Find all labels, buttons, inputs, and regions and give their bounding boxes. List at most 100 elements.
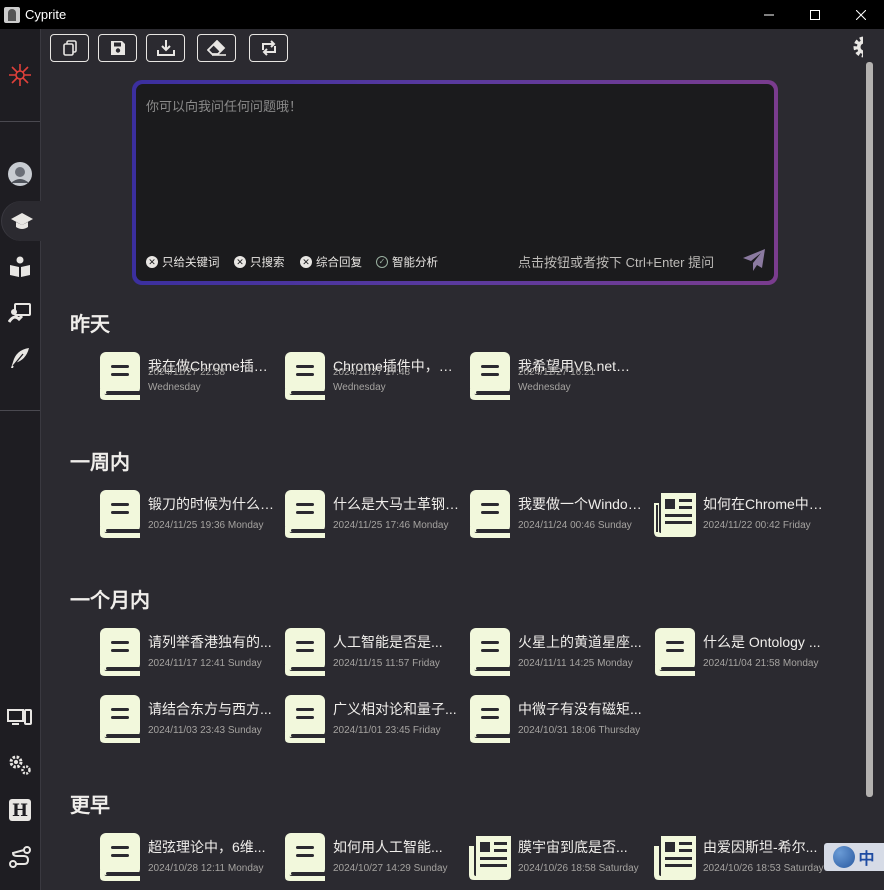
refresh-button[interactable] — [249, 34, 288, 62]
history-card[interactable]: 火星上的黄道星座... 2024/11/11 14:25 Monday — [468, 627, 648, 681]
history-card[interactable]: 人工智能是否是... 2024/11/15 11:57 Friday — [283, 627, 463, 681]
svg-text:H: H — [12, 801, 28, 821]
history-card[interactable]: 如何用人工智能... 2024/10/27 14:29 Sunday — [283, 832, 463, 886]
close-circle-icon: ✕ — [300, 256, 312, 268]
section-title: 一周内 — [70, 452, 130, 474]
history-card[interactable]: 如何在Chrome中实现... 2024/11/22 00:42 Friday — [653, 489, 833, 543]
card-weekday: Wednesday — [148, 382, 201, 393]
option-search-only[interactable]: ✕ 只搜索 — [234, 254, 285, 270]
minimize-icon — [764, 14, 774, 15]
book-icon — [100, 628, 140, 676]
option-label: 只给关键词 — [162, 257, 220, 269]
save-button[interactable] — [98, 34, 137, 62]
history-card[interactable]: 由爱因斯坦-希尔... 2024/10/26 18:53 Saturday — [653, 832, 833, 886]
card-title: 如何用人工智能... — [333, 839, 443, 855]
card-title: 广义相对论和量子... — [333, 701, 457, 717]
devices-icon — [7, 709, 32, 725]
option-combined-reply[interactable]: ✕ 综合回复 — [300, 254, 362, 270]
close-button[interactable] — [838, 0, 884, 29]
sidebar-item-devices[interactable] — [0, 698, 40, 738]
sidebar-item-presentation[interactable] — [0, 293, 40, 333]
close-icon — [856, 9, 866, 20]
history-list: 昨天 我在做Chrome插件，... 2024/11/27 22:58 Wedn… — [41, 300, 863, 890]
sidebar: H — [0, 29, 41, 890]
card-date: 2024/11/25 19:36 Monday — [148, 520, 264, 531]
history-card[interactable]: 什么是大马士革钢？... 2024/11/25 17:46 Monday — [283, 489, 463, 543]
eraser-button[interactable] — [197, 34, 236, 62]
submit-hint: 点击按钮或者按下 Ctrl+Enter 提问 — [518, 255, 715, 270]
section-title: 昨天 — [70, 314, 110, 336]
option-keywords-only[interactable]: ✕ 只给关键词 — [146, 254, 220, 270]
minimize-button[interactable] — [746, 0, 792, 29]
sidebar-item-hints[interactable]: H — [0, 790, 40, 830]
sidebar-divider — [0, 121, 40, 122]
card-date: 2024/11/15 11:57 Friday — [333, 658, 440, 669]
history-card[interactable]: 请列举香港独有的... 2024/11/17 12:41 Sunday — [98, 627, 278, 681]
card-date: 2024/11/11 14:25 Monday — [518, 658, 633, 669]
history-card[interactable]: 我要做一个Windows... 2024/11/24 00:46 Sunday — [468, 489, 648, 543]
history-card[interactable]: Chrome插件中，我... 2024/11/27 17:48 Wednesda… — [283, 351, 463, 405]
download-icon — [156, 40, 175, 56]
sidebar-item-flow[interactable] — [0, 837, 40, 877]
newspaper-icon — [469, 836, 511, 880]
section-title: 更早 — [70, 795, 110, 817]
card-title: 由爱因斯坦-希尔... — [703, 839, 818, 855]
history-card[interactable]: 我在做Chrome插件，... 2024/11/27 22:58 Wednesd… — [98, 351, 278, 405]
scrollbar-thumb[interactable] — [866, 62, 873, 797]
history-card[interactable]: 锻刀的时候为什么要... 2024/11/25 19:36 Monday — [98, 489, 278, 543]
scrollbar[interactable] — [863, 29, 884, 890]
copy-icon — [62, 40, 77, 56]
card-date: 2024/11/27 16:21 — [518, 367, 596, 378]
book-icon — [285, 490, 325, 538]
book-icon — [100, 695, 140, 743]
book-icon — [100, 490, 140, 538]
query-box: ✕ 只给关键词 ✕ 只搜索 ✕ 综合回复 ✓ 智能分析 点击按钮或者按下 Ctr… — [132, 80, 778, 285]
card-weekday: Wednesday — [333, 382, 386, 393]
newspaper-icon — [654, 493, 696, 537]
ime-indicator[interactable]: 中 — [824, 843, 884, 871]
download-button[interactable] — [146, 34, 185, 62]
card-date: 2024/11/01 23:45 Friday — [333, 725, 441, 736]
sidebar-item-reader[interactable] — [0, 247, 40, 287]
option-smart-analysis[interactable]: ✓ 智能分析 — [376, 254, 438, 270]
send-button[interactable] — [742, 248, 766, 272]
maximize-button[interactable] — [792, 0, 838, 29]
card-date: 2024/10/26 18:58 Saturday — [518, 863, 639, 874]
avatar-icon — [8, 162, 32, 186]
card-title: 超弦理论中，6维... — [148, 839, 266, 855]
ime-logo-icon — [833, 846, 856, 868]
graduation-cap-icon — [10, 213, 33, 229]
history-card[interactable]: 广义相对论和量子... 2024/11/01 23:45 Friday — [283, 694, 463, 748]
copy-button[interactable] — [50, 34, 89, 62]
newspaper-icon — [654, 836, 696, 880]
ime-language: 中 — [858, 851, 875, 868]
card-date: 2024/11/17 12:41 Sunday — [148, 658, 262, 669]
query-input[interactable] — [146, 96, 756, 236]
book-icon — [470, 490, 510, 538]
card-title: 请列举香港独有的... — [148, 634, 272, 650]
card-weekday: Wednesday — [518, 382, 571, 393]
history-card[interactable]: 超弦理论中，6维... 2024/10/28 12:11 Monday — [98, 832, 278, 886]
card-date: 2024/11/27 17:48 — [333, 367, 411, 378]
card-title: 中微子有没有磁矩... — [518, 701, 642, 717]
history-card[interactable]: 请结合东方与西方... 2024/11/03 23:43 Sunday — [98, 694, 278, 748]
book-icon — [100, 833, 140, 881]
history-card[interactable]: 中微子有没有磁矩... 2024/10/31 18:06 Thursday — [468, 694, 648, 748]
book-icon — [470, 695, 510, 743]
history-card[interactable]: 我希望用VB.net写一... 2024/11/27 16:21 Wednesd… — [468, 351, 648, 405]
teacher-board-icon — [8, 303, 31, 323]
sidebar-item-writing[interactable] — [0, 338, 40, 378]
history-card[interactable]: 膜宇宙到底是否... 2024/10/26 18:58 Saturday — [468, 832, 648, 886]
history-card[interactable]: 什么是 Ontology ... 2024/11/04 21:58 Monday — [653, 627, 833, 681]
query-panel: ✕ 只给关键词 ✕ 只搜索 ✕ 综合回复 ✓ 智能分析 点击按钮或者按下 Ctr… — [136, 84, 774, 281]
spark-logo-icon — [9, 64, 31, 86]
h-square-icon: H — [9, 799, 31, 821]
reader-icon — [10, 256, 30, 277]
sidebar-avatar[interactable] — [0, 154, 40, 194]
book-icon — [470, 352, 510, 400]
sidebar-logo[interactable] — [0, 55, 40, 95]
close-circle-icon: ✕ — [146, 256, 158, 268]
book-icon — [285, 833, 325, 881]
sidebar-item-settings[interactable] — [0, 745, 40, 785]
sidebar-item-search[interactable] — [2, 201, 41, 241]
